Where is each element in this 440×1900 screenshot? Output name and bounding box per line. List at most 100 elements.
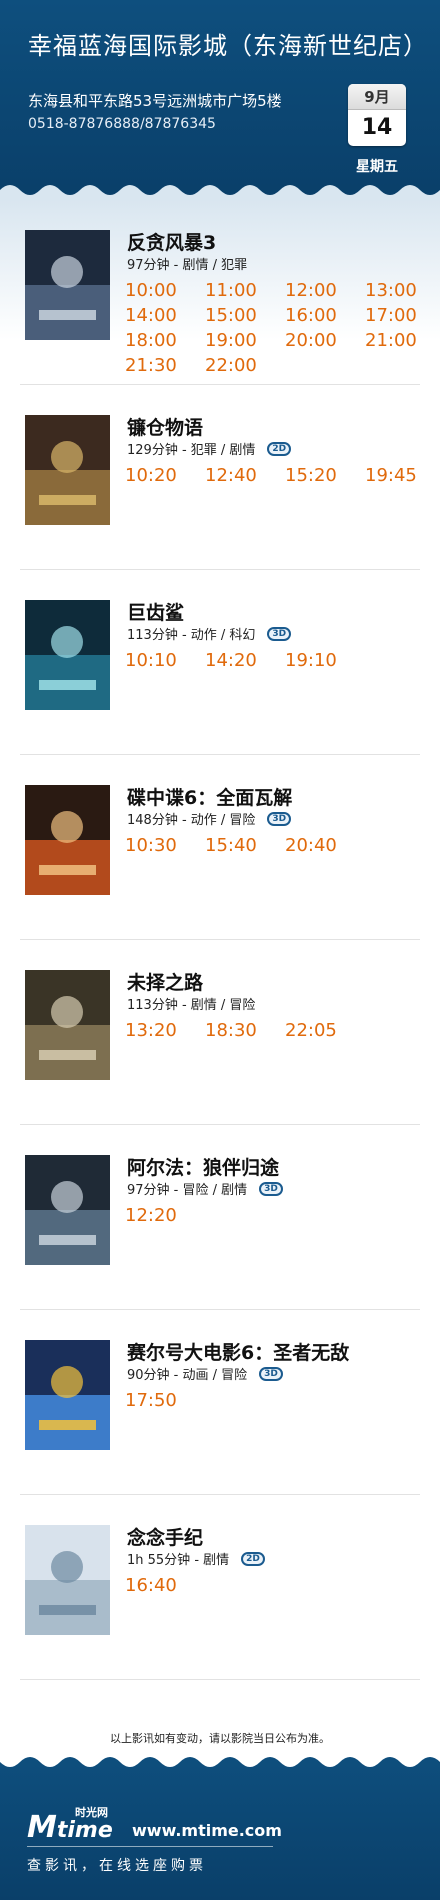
showtime[interactable]: 15:40 (205, 835, 285, 856)
movie-meta-text: 148分钟 - 动作 / 冒险 (127, 813, 256, 828)
showtime[interactable]: 14:20 (205, 650, 285, 671)
movie-meta: 129分钟 - 犯罪 / 剧情 2D (127, 439, 292, 458)
movie-title[interactable]: 未择之路 (127, 968, 203, 995)
movie-meta-text: 129分钟 - 犯罪 / 剧情 (127, 443, 256, 458)
format-badge: 2D (267, 441, 292, 456)
showtimes: 10:10 14:20 19:10 (125, 650, 425, 671)
movie-meta-text: 90分钟 - 动画 / 冒险 (127, 1368, 248, 1383)
poster-image[interactable] (25, 600, 110, 710)
showtimes: 13:20 18:30 22:05 (125, 1020, 425, 1041)
showtime[interactable]: 20:00 (285, 330, 365, 351)
movie-meta: 113分钟 - 动作 / 科幻 3D (127, 624, 292, 643)
logo-m: M (27, 1810, 57, 1845)
header: 幸福蓝海国际影城（东海新世纪店） 东海县和平东路53号远洲城市广场5楼 0518… (0, 0, 440, 200)
poster-image[interactable] (25, 230, 110, 340)
calendar-icon: 9月 14 (348, 84, 406, 146)
calendar-month: 9月 (348, 84, 406, 110)
movie-item[interactable]: 赛尔号大电影6：圣者无敌 90分钟 - 动画 / 冒险 3D 17:50 (20, 1310, 420, 1495)
movie-list: 反贪风暴3 97分钟 - 剧情 / 犯罪 10:00 11:00 12:00 13:00 1… (0, 200, 440, 1730)
movie-meta-text: 1h 55分钟 - 剧情 (127, 1553, 230, 1568)
movie-meta: 148分钟 - 动作 / 冒险 3D (127, 809, 292, 828)
showtimes: 16:40 (125, 1575, 425, 1596)
movie-meta: 97分钟 - 剧情 / 犯罪 (127, 254, 247, 273)
movie-title[interactable]: 赛尔号大电影6：圣者无敌 (127, 1338, 349, 1365)
showtime[interactable]: 21:00 (365, 330, 440, 351)
showtime[interactable]: 22:00 (205, 355, 285, 376)
format-badge: 3D (259, 1366, 283, 1381)
logo-cn: 时光网 (75, 1806, 108, 1819)
showtime[interactable]: 19:45 (365, 465, 440, 486)
movie-meta-text: 113分钟 - 动作 / 科幻 (127, 628, 256, 643)
movie-item[interactable]: 碟中谍6：全面瓦解 148分钟 - 动作 / 冒险 3D 10:30 15:40 20:4… (20, 755, 420, 940)
showtimes: 10:30 15:40 20:40 (125, 835, 425, 856)
showtime[interactable]: 14:00 (125, 305, 205, 326)
showtime[interactable]: 16:00 (285, 305, 365, 326)
footer-divider (27, 1846, 273, 1847)
movie-title[interactable]: 镰仓物语 (127, 413, 203, 440)
movie-meta: 90分钟 - 动画 / 冒险 3D (127, 1364, 283, 1383)
showtime[interactable]: 12:20 (125, 1205, 205, 1226)
site-url[interactable]: www.mtime.com (132, 1821, 282, 1840)
showtime[interactable]: 19:00 (205, 330, 285, 351)
format-badge: 3D (267, 811, 292, 826)
poster-image[interactable] (25, 1155, 110, 1265)
showtime[interactable]: 22:05 (285, 1020, 365, 1041)
movie-title[interactable]: 阿尔法：狼伴归途 (127, 1153, 279, 1180)
showtime[interactable]: 13:00 (365, 280, 440, 301)
movie-meta: 97分钟 - 冒险 / 剧情 3D (127, 1179, 283, 1198)
movie-item[interactable]: 念念手纪 1h 55分钟 - 剧情 2D 16:40 (20, 1495, 420, 1680)
showtime[interactable]: 15:20 (285, 465, 365, 486)
showtime[interactable]: 15:00 (205, 305, 285, 326)
poster-image[interactable] (25, 1340, 110, 1450)
weekday: 星期五 (356, 159, 398, 175)
poster-image[interactable] (25, 1525, 110, 1635)
cinema-address: 东海县和平东路53号远洲城市广场5楼 (28, 92, 282, 110)
showtimes: 17:50 (125, 1390, 425, 1411)
poster-image[interactable] (25, 970, 110, 1080)
format-badge: 3D (259, 1181, 283, 1196)
movie-meta-text: 97分钟 - 冒险 / 剧情 (127, 1183, 248, 1198)
footer: Mtime 时光网 www.mtime.com 查影讯，在线选座购票 (0, 1752, 440, 1900)
showtime[interactable]: 17:50 (125, 1390, 205, 1411)
showtime[interactable]: 17:00 (365, 305, 440, 326)
movie-item[interactable]: 巨齿鲨 113分钟 - 动作 / 科幻 3D 10:10 14:20 19:10 (20, 570, 420, 755)
movie-meta-text: 97分钟 - 剧情 / 犯罪 (127, 258, 248, 273)
movie-item[interactable]: 镰仓物语 129分钟 - 犯罪 / 剧情 2D 10:20 12:40 15:20 19:4… (20, 385, 420, 570)
showtime[interactable]: 11:00 (205, 280, 285, 301)
showtime[interactable]: 12:00 (285, 280, 365, 301)
movie-item[interactable]: 未择之路 113分钟 - 剧情 / 冒险 13:20 18:30 22:05 (20, 940, 420, 1125)
showtime[interactable]: 12:40 (205, 465, 285, 486)
showtimes: 12:20 (125, 1205, 425, 1226)
movie-meta: 113分钟 - 剧情 / 冒险 (127, 994, 255, 1013)
calendar-day: 14 (361, 115, 393, 140)
footer-slogan: 查影讯，在线选座购票 (27, 1858, 207, 1874)
format-badge: 2D (241, 1551, 265, 1566)
showtime[interactable]: 21:30 (125, 355, 205, 376)
movie-title[interactable]: 巨齿鲨 (127, 598, 184, 625)
showtime[interactable]: 13:20 (125, 1020, 205, 1041)
movie-item[interactable]: 反贪风暴3 97分钟 - 剧情 / 犯罪 10:00 11:00 12:00 13:00 1… (20, 200, 420, 385)
movie-title[interactable]: 念念手纪 (127, 1523, 203, 1550)
showtime[interactable]: 19:10 (285, 650, 365, 671)
footer-wave (0, 1752, 440, 1767)
movie-item[interactable]: 阿尔法：狼伴归途 97分钟 - 冒险 / 剧情 3D 12:20 (20, 1125, 420, 1310)
movie-title[interactable]: 反贪风暴3 (127, 228, 216, 255)
showtimes: 10:20 12:40 15:20 19:45 (125, 465, 425, 486)
showtime[interactable]: 18:30 (205, 1020, 285, 1041)
showtime[interactable]: 20:40 (285, 835, 365, 856)
cinema-phone[interactable]: 0518-87876888/87876345 (28, 116, 216, 132)
showtime[interactable]: 10:10 (125, 650, 205, 671)
showtime[interactable]: 10:00 (125, 280, 205, 301)
showtime[interactable]: 10:30 (125, 835, 205, 856)
showtime[interactable]: 10:20 (125, 465, 205, 486)
movie-meta-text: 113分钟 - 剧情 / 冒险 (127, 998, 256, 1013)
poster-image[interactable] (25, 415, 110, 525)
cinema-name: 幸福蓝海国际影城（东海新世纪店） (28, 32, 428, 60)
header-wave (0, 185, 440, 200)
showtime[interactable]: 16:40 (125, 1575, 205, 1596)
poster-image[interactable] (25, 785, 110, 895)
logo-time: time (56, 1818, 113, 1843)
showtime[interactable]: 18:00 (125, 330, 205, 351)
movie-title[interactable]: 碟中谍6：全面瓦解 (127, 783, 292, 810)
format-badge: 3D (267, 626, 292, 641)
